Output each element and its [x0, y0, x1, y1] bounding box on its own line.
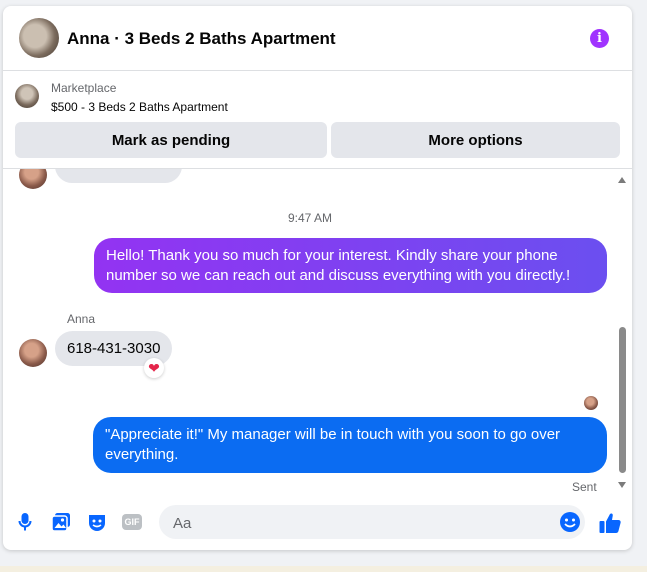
message-input[interactable]: [171, 505, 545, 541]
thread-scrollbar[interactable]: [615, 169, 629, 496]
message-thread: 9:47 AM Hello! Thank you so much for you…: [3, 169, 632, 496]
scrollbar-thumb[interactable]: [619, 327, 626, 473]
outgoing-message-bubble[interactable]: Hello! Thank you so much for your intere…: [94, 238, 607, 293]
chat-window: Anna · 3 Beds 2 Baths Apartment i Market…: [3, 6, 632, 550]
info-icon[interactable]: i: [590, 29, 609, 48]
message-status: Sent: [572, 480, 597, 494]
page-bottom-strip: [0, 566, 647, 572]
gif-icon[interactable]: GIF: [122, 512, 142, 532]
listing-thumbnail: [15, 84, 39, 108]
scroll-up-arrow-icon[interactable]: [618, 177, 626, 183]
more-options-button[interactable]: More options: [331, 122, 620, 158]
mark-as-pending-button[interactable]: Mark as pending: [15, 122, 327, 158]
listing-source: Marketplace: [51, 81, 117, 95]
heart-reaction-icon[interactable]: ❤: [144, 358, 164, 378]
gif-label: GIF: [122, 514, 142, 530]
previous-message-bubble: [55, 169, 182, 183]
sender-avatar[interactable]: [19, 339, 47, 367]
previous-message-avatar: [19, 169, 47, 189]
photo-icon[interactable]: [51, 512, 71, 532]
like-icon[interactable]: [598, 511, 622, 535]
contact-avatar[interactable]: [19, 18, 59, 58]
read-receipt-avatar: [584, 396, 598, 410]
chat-title[interactable]: Anna · 3 Beds 2 Baths Apartment: [67, 29, 336, 49]
mic-icon[interactable]: [15, 512, 35, 532]
scroll-down-arrow-icon[interactable]: [618, 482, 626, 488]
message-input-wrapper[interactable]: [159, 505, 585, 541]
outgoing-message-bubble[interactable]: "Appreciate it!" My manager will be in t…: [93, 417, 607, 473]
chat-header: Anna · 3 Beds 2 Baths Apartment i: [3, 6, 632, 71]
message-composer: GIF: [3, 496, 632, 550]
marketplace-listing[interactable]: Marketplace $500 - 3 Beds 2 Baths Apartm…: [3, 71, 632, 123]
listing-name: $500 - 3 Beds 2 Baths Apartment: [51, 100, 228, 114]
emoji-icon[interactable]: [559, 511, 581, 533]
sticker-icon[interactable]: [87, 512, 107, 532]
message-timestamp: 9:47 AM: [287, 211, 333, 225]
sender-name: Anna: [67, 312, 96, 326]
